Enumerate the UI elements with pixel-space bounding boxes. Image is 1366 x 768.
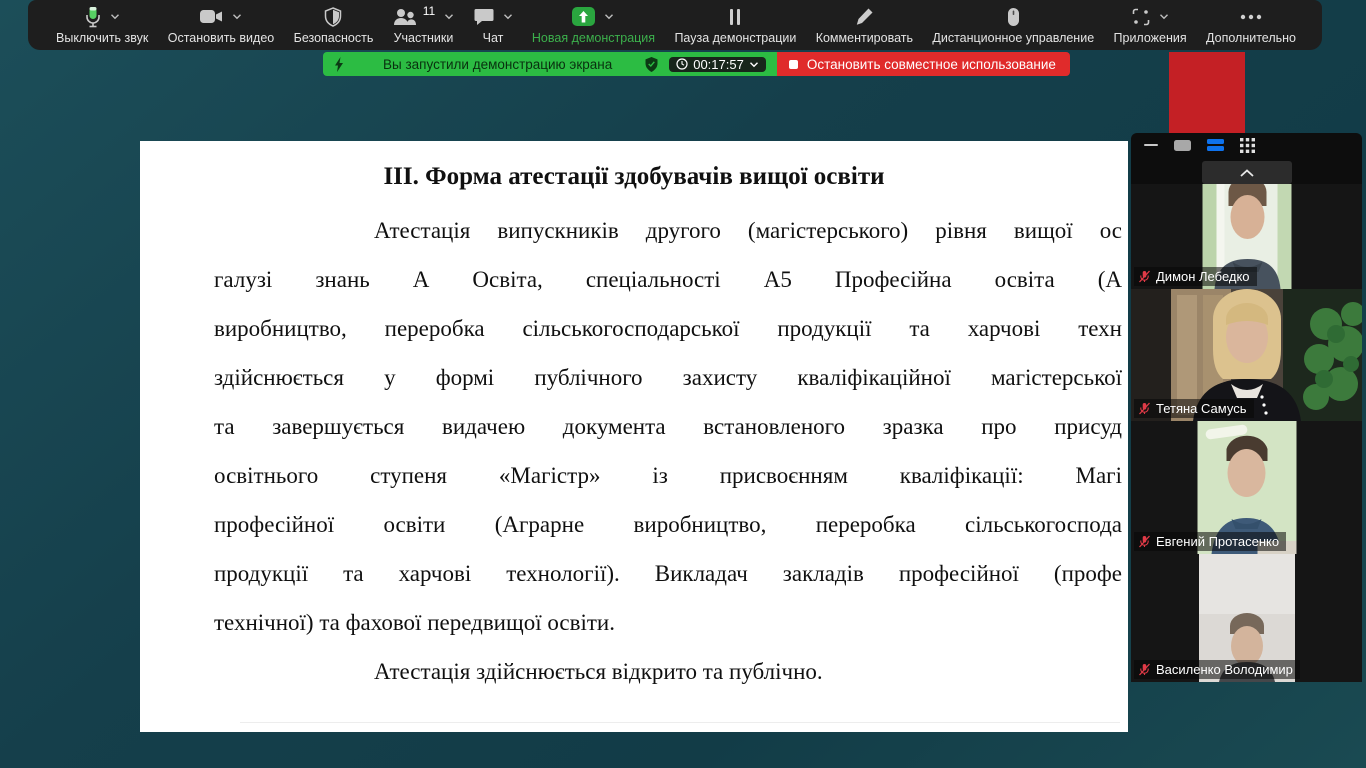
chevron-down-icon[interactable] [749, 61, 759, 68]
remote-control-button-label: Дистанционное управление [932, 32, 1094, 45]
shared-screen-red-artifact [1169, 52, 1245, 133]
document-line: Атестація здійснюється відкрито та публі… [214, 647, 1122, 696]
pause-icon [728, 8, 742, 26]
document-line: здійснюється у формі публічного захисту … [214, 353, 1122, 402]
participants-button[interactable]: 11 Участники [393, 6, 454, 45]
muted-mic-icon [1138, 270, 1151, 283]
annotate-button[interactable]: Комментировать [816, 6, 913, 45]
document-body: Атестація випускників другого (магістерс… [140, 206, 1128, 696]
participant-name: Димон Лебедко [1156, 269, 1250, 284]
chevron-down-icon[interactable] [503, 13, 513, 20]
mute-button-label: Выключить звук [56, 32, 148, 45]
strip-view-icon[interactable] [1207, 139, 1224, 151]
participant-video-tile[interactable]: Тетяна Самусь [1131, 289, 1362, 421]
new-share-button[interactable]: Новая демонстрация [532, 6, 655, 45]
security-button-label: Безопасность [294, 32, 374, 45]
apps-button[interactable]: Приложения [1114, 6, 1187, 45]
timer-value: 00:17:57 [693, 57, 744, 72]
lightning-icon [334, 57, 344, 72]
meeting-timer[interactable]: 00:17:57 [669, 57, 766, 72]
more-button-label: Дополнительно [1206, 32, 1296, 45]
participants-count-badge: 11 [423, 4, 435, 18]
zoom-toolbar: Выключить звук Остановить видео Безопасн… [28, 0, 1322, 50]
document-line: галузі знань А Освіта, спеціальності А5 … [214, 255, 1122, 304]
collapse-thumbnails-button[interactable] [1202, 161, 1292, 184]
participant-video-tile[interactable]: Василенко Володимир [1131, 554, 1362, 682]
pencil-icon [855, 7, 874, 26]
document-rule [240, 722, 1120, 723]
document-line: продукції та харчові технології). Виклад… [214, 549, 1122, 598]
participant-name-bar: Василенко Володимир [1134, 660, 1300, 679]
chevron-down-icon[interactable] [1159, 13, 1169, 20]
participant-name: Тетяна Самусь [1156, 401, 1247, 416]
stop-sharing-button[interactable]: Остановить совместное использование [777, 52, 1070, 76]
chevron-up-icon [1240, 169, 1254, 177]
stop-sharing-label: Остановить совместное использование [807, 57, 1056, 72]
shield-icon [324, 7, 342, 27]
annotate-button-label: Комментировать [816, 32, 913, 45]
participant-name: Евгений Протасенко [1156, 534, 1279, 549]
video-camera-icon [199, 9, 223, 24]
mouse-icon [1007, 7, 1020, 27]
speaker-view-icon[interactable] [1174, 140, 1191, 151]
participant-name: Василенко Володимир [1156, 662, 1293, 677]
remote-control-button[interactable]: Дистанционное управление [932, 6, 1094, 45]
share-screen-icon [572, 7, 595, 26]
stop-icon [789, 60, 798, 69]
participant-name-bar: Тетяна Самусь [1134, 399, 1254, 418]
participant-video-tile[interactable]: Димон Лебедко [1131, 184, 1362, 289]
security-button[interactable]: Безопасность [294, 6, 374, 45]
chevron-down-icon[interactable] [604, 13, 614, 20]
participants-icon [393, 8, 417, 26]
ellipsis-icon [1240, 14, 1262, 20]
more-button[interactable]: Дополнительно [1206, 6, 1296, 45]
new-share-button-label: Новая демонстрация [532, 32, 655, 45]
participants-button-label: Участники [394, 32, 454, 45]
sharing-banner-status: Вы запустили демонстрацию экрана 00:17:5… [323, 52, 777, 76]
chevron-down-icon[interactable] [232, 13, 242, 20]
chat-icon [474, 8, 494, 26]
document-line: технічної) та фахової передвищої освіти. [214, 598, 1122, 647]
sharing-status-text: Вы запустили демонстрацию экрана [353, 57, 636, 72]
muted-mic-icon [1138, 402, 1151, 415]
chevron-down-icon[interactable] [444, 13, 454, 20]
clock-icon [676, 58, 688, 70]
muted-mic-icon [1138, 535, 1151, 548]
mute-button[interactable]: Выключить звук [56, 6, 148, 45]
participant-name-bar: Евгений Протасенко [1134, 532, 1286, 551]
shield-check-icon [645, 57, 658, 72]
pause-share-button-label: Пауза демонстрации [674, 32, 796, 45]
document-line: та завершується видачею документа встано… [214, 402, 1122, 451]
participant-video-tile[interactable]: Евгений Протасенко [1131, 421, 1362, 554]
chat-button-label: Чат [483, 32, 504, 45]
pause-share-button[interactable]: Пауза демонстрации [674, 6, 796, 45]
chat-button[interactable]: Чат [474, 6, 513, 45]
document-line: виробництво, переробка сільськогосподарс… [214, 304, 1122, 353]
participants-panel: Димон Лебедко [1131, 133, 1362, 680]
document-title: ІІІ. Форма атестації здобувачів вищої ос… [140, 163, 1128, 191]
document-line: Атестація випускників другого (магістерс… [214, 206, 1122, 255]
gallery-view-icon[interactable] [1240, 138, 1255, 153]
muted-mic-icon [1138, 663, 1151, 676]
minimize-panel-icon[interactable] [1144, 144, 1158, 147]
microphone-icon [85, 6, 101, 28]
video-view-controls [1131, 133, 1362, 157]
document-line: освітнього ступеня «Магістр» із присвоєн… [214, 451, 1122, 500]
stop-video-button-label: Остановить видео [168, 32, 275, 45]
document-line: професійної освіти (Аграрне виробництво,… [214, 500, 1122, 549]
shared-screen-document: ІІІ. Форма атестації здобувачів вищої ос… [140, 141, 1128, 732]
sharing-banner: Вы запустили демонстрацию экрана 00:17:5… [323, 52, 1070, 76]
chevron-down-icon[interactable] [110, 13, 120, 20]
stop-video-button[interactable]: Остановить видео [168, 6, 275, 45]
apps-icon [1132, 8, 1150, 26]
apps-button-label: Приложения [1114, 32, 1187, 45]
participant-name-bar: Димон Лебедко [1134, 267, 1257, 286]
